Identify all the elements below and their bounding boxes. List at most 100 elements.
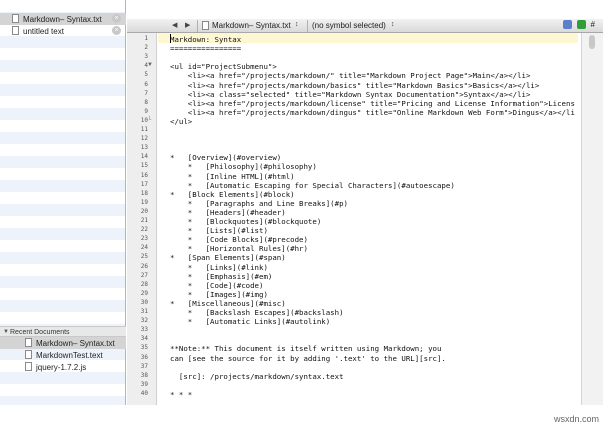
line-number: 1	[144, 35, 148, 42]
text-file-icon	[25, 338, 32, 347]
code-line[interactable]: <li><a href="/projects/markdown/basics" …	[170, 81, 540, 90]
line-number: 39	[140, 380, 148, 388]
line-number: 27	[140, 271, 148, 279]
line-number: 26	[140, 262, 148, 270]
line-number: 14	[140, 153, 148, 161]
code-line[interactable]: * [Headers](#header)	[170, 208, 286, 217]
recent-documents-header[interactable]: ▼ Recent Documents	[0, 326, 126, 337]
hash-menu-button[interactable]: #	[591, 20, 595, 29]
file-name: Markdown– Syntax.txt	[23, 14, 102, 24]
popup-arrows-icon[interactable]: ↕	[295, 21, 299, 28]
code-line[interactable]: Markdown: Syntax	[170, 35, 241, 44]
scrollbar-thumb[interactable]	[589, 35, 595, 49]
line-number: 3	[144, 53, 148, 61]
forward-button[interactable]: ▶	[185, 21, 190, 29]
popup-arrows-icon[interactable]: ↕	[391, 21, 395, 28]
line-number: 5	[144, 71, 148, 79]
code-line[interactable]: * [Miscellaneous](#misc)	[170, 299, 286, 308]
line-number: 25	[140, 253, 148, 261]
code-line[interactable]: <li><a href="/projects/markdown/license"…	[170, 99, 575, 108]
code-line[interactable]: ================	[170, 44, 241, 53]
code-line[interactable]: * [Lists](#list)	[170, 226, 268, 235]
js-file-icon	[25, 362, 32, 371]
open-file-item[interactable]: Markdown– Syntax.txt ×	[0, 13, 126, 25]
symbol-popup[interactable]: (no symbol selected)	[312, 21, 386, 30]
code-area[interactable]: Markdown: Syntax ================ <ul id="…	[170, 33, 575, 405]
code-line[interactable]: * [Horizontal Rules](#hr)	[170, 244, 308, 253]
code-line[interactable]: <li><a href="/projects/markdown/" title=…	[170, 71, 531, 80]
open-file-item[interactable]: untitled text ×	[0, 25, 126, 37]
code-line[interactable]: * [Philosophy](#philosophy)	[170, 162, 317, 171]
line-number: 19	[140, 198, 148, 206]
recent-documents-label: Recent Documents	[10, 329, 70, 336]
text-file-icon	[25, 350, 32, 359]
line-number: 7	[144, 89, 148, 97]
line-number: 8	[144, 98, 148, 106]
window-icon[interactable]	[562, 20, 572, 29]
code-line[interactable]: * [Span Elements](#span)	[170, 253, 286, 262]
line-number: 32	[140, 317, 148, 325]
line-number: 6	[144, 80, 148, 88]
code-line[interactable]: <li><a class="selected" title="Markdown …	[170, 90, 531, 99]
code-line[interactable]: <li><a href="/projects/markdown/dingus" …	[170, 108, 575, 117]
document-icon	[202, 21, 209, 30]
line-number: 35	[140, 344, 148, 352]
divider	[307, 20, 308, 32]
line-number: 9	[144, 107, 148, 115]
line-number: 2	[144, 44, 148, 52]
sidebar: Markdown– Syntax.txt × untitled text × ▼…	[0, 0, 126, 405]
code-line[interactable]: * [Blockquotes](#blockquote)	[170, 217, 322, 226]
fold-close-icon[interactable]: └	[147, 117, 151, 123]
file-name: jquery-1.7.2.js	[36, 362, 87, 372]
vertical-scrollbar[interactable]	[581, 33, 603, 405]
line-number: 22	[140, 226, 148, 234]
file-name: untitled text	[23, 26, 64, 36]
line-number: 21	[140, 217, 148, 224]
code-line[interactable]: * [Overview](#overview)	[170, 153, 281, 162]
watermark: wsxdn.com	[553, 414, 599, 424]
code-line[interactable]: * [Automatic Escaping for Special Charac…	[170, 181, 455, 190]
recent-file-item[interactable]: MarkdownTest.text	[0, 349, 126, 361]
code-line[interactable]: * [Images](#img)	[170, 290, 268, 299]
code-line[interactable]: * [Code](#code)	[170, 281, 264, 290]
code-line[interactable]: * [Block Elements](#block)	[170, 190, 295, 199]
divider	[197, 20, 198, 32]
toolbar-right: #	[562, 20, 595, 29]
fold-open-icon[interactable]: ▼	[147, 62, 153, 68]
line-number: 17	[140, 180, 148, 188]
file-popup[interactable]: Markdown– Syntax.txt	[212, 21, 291, 30]
code-line[interactable]: * [Code Blocks](#precode)	[170, 235, 308, 244]
code-line[interactable]: * [Paragraphs and Line Breaks](#p)	[170, 199, 348, 208]
line-number: 31	[140, 308, 148, 315]
file-name: MarkdownTest.text	[36, 350, 103, 360]
status-icon[interactable]	[576, 20, 586, 29]
code-line[interactable]: * * *	[170, 390, 192, 399]
code-line[interactable]: * [Emphasis](#em)	[170, 272, 273, 281]
code-line[interactable]: <ul id="ProjectSubmenu">	[170, 62, 277, 71]
text-file-icon	[12, 26, 19, 35]
code-line[interactable]: **Note:** This document is itself writte…	[170, 344, 441, 353]
line-number: 16	[140, 171, 148, 179]
close-file-icon[interactable]: ×	[112, 26, 121, 35]
code-line[interactable]: * [Backslash Escapes](#backslash)	[170, 308, 344, 317]
line-number: 38	[140, 371, 148, 379]
line-number: 24	[140, 244, 148, 252]
code-line[interactable]: </ul>	[170, 117, 192, 126]
editor: ◀ ▶ Markdown– Syntax.txt ↕ (no symbol se…	[127, 0, 603, 405]
code-line[interactable]: * [Links](#link)	[170, 263, 268, 272]
line-number: 37	[140, 362, 148, 370]
code-line[interactable]: [src]: /projects/markdown/syntax.text	[170, 372, 344, 381]
text-caret	[170, 34, 171, 43]
line-number: 11	[140, 126, 148, 133]
recent-file-item[interactable]: jquery-1.7.2.js	[0, 361, 126, 373]
recent-file-item[interactable]: Markdown– Syntax.txt	[0, 337, 126, 349]
code-line[interactable]: * [Automatic Links](#autolink)	[170, 317, 330, 326]
back-button[interactable]: ◀	[172, 21, 177, 29]
navigation-bar: ◀ ▶ Markdown– Syntax.txt ↕ (no symbol se…	[127, 19, 603, 33]
line-number: 23	[140, 235, 148, 243]
line-number: 29	[140, 289, 148, 297]
code-line[interactable]: can [see the source for it by adding '.t…	[170, 354, 446, 363]
line-number-gutter: 1 2 3 4 5 6 7 8 9 10 11 12 13 14 15 16 17 18 19 20 21 22 23 24 2…	[127, 33, 157, 405]
code-line[interactable]: * [Inline HTML](#html)	[170, 172, 295, 181]
close-file-icon[interactable]: ×	[112, 14, 121, 23]
